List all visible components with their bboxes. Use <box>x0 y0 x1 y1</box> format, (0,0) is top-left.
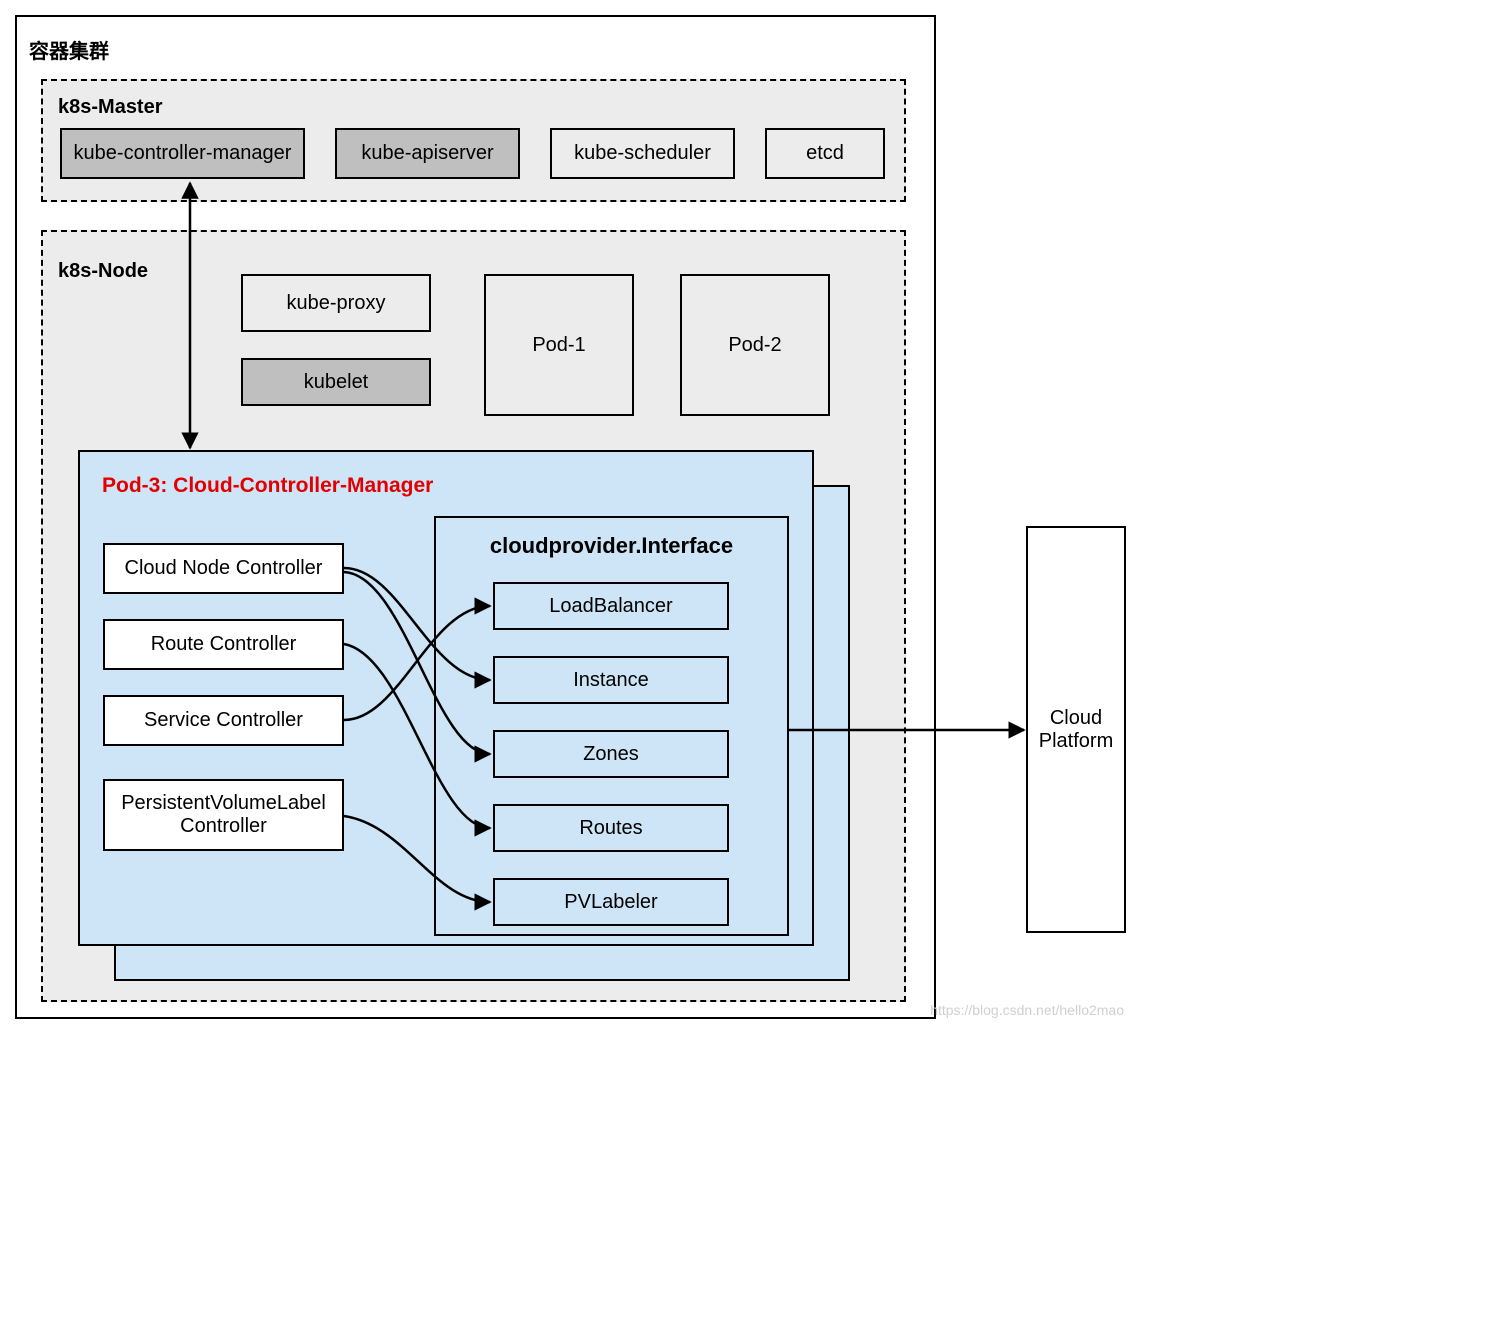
pod-1-box: Pod-1 <box>484 274 634 416</box>
service-controller-box: Service Controller <box>103 695 344 746</box>
routes-box: Routes <box>493 804 729 852</box>
instance-label: Instance <box>573 669 649 692</box>
etcd-label: etcd <box>806 142 844 165</box>
pod-2-box: Pod-2 <box>680 274 830 416</box>
kubelet-box: kubelet <box>241 358 431 406</box>
service-label: Service Controller <box>144 709 303 732</box>
node-title: k8s-Node <box>58 260 148 283</box>
interface-title: cloudprovider.Interface <box>436 533 787 559</box>
pvlabeler-label: PVLabeler <box>564 891 657 914</box>
pvlabel-label: PersistentVolumeLabel Controller <box>115 792 332 838</box>
pod1-label: Pod-1 <box>532 334 585 357</box>
routes-label: Routes <box>579 817 642 840</box>
cloud-label: Cloud Platform <box>1028 707 1124 753</box>
pvlabeler-box: PVLabeler <box>493 878 729 926</box>
kubeproxy-label: kube-proxy <box>287 292 386 315</box>
cloud-platform-box: Cloud Platform <box>1026 526 1126 933</box>
ccm-title: Pod-3: Cloud-Controller-Manager <box>102 474 433 498</box>
cloudprovider-interface-box: cloudprovider.Interface <box>434 516 789 936</box>
ksched-label: kube-scheduler <box>574 142 711 165</box>
kubelet-label: kubelet <box>304 371 369 394</box>
loadbalancer-label: LoadBalancer <box>549 595 672 618</box>
kapi-label: kube-apiserver <box>361 142 493 165</box>
kube-proxy-box: kube-proxy <box>241 274 431 332</box>
watermark-text: https://blog.csdn.net/hello2mao <box>930 1002 1124 1018</box>
etcd-box: etcd <box>765 128 885 179</box>
kube-scheduler-box: kube-scheduler <box>550 128 735 179</box>
cluster-title: 容器集群 <box>29 35 109 64</box>
cloud-node-controller-box: Cloud Node Controller <box>103 543 344 594</box>
master-title: k8s-Master <box>58 96 163 119</box>
pvlabel-controller-box: PersistentVolumeLabel Controller <box>103 779 344 851</box>
zones-label: Zones <box>583 743 639 766</box>
loadbalancer-box: LoadBalancer <box>493 582 729 630</box>
route-controller-box: Route Controller <box>103 619 344 670</box>
kube-apiserver-box: kube-apiserver <box>335 128 520 179</box>
kube-controller-manager-box: kube-controller-manager <box>60 128 305 179</box>
cloudnode-label: Cloud Node Controller <box>125 557 323 580</box>
kcm-label: kube-controller-manager <box>74 142 292 165</box>
zones-box: Zones <box>493 730 729 778</box>
route-label: Route Controller <box>151 633 297 656</box>
pod2-label: Pod-2 <box>728 334 781 357</box>
instance-box: Instance <box>493 656 729 704</box>
